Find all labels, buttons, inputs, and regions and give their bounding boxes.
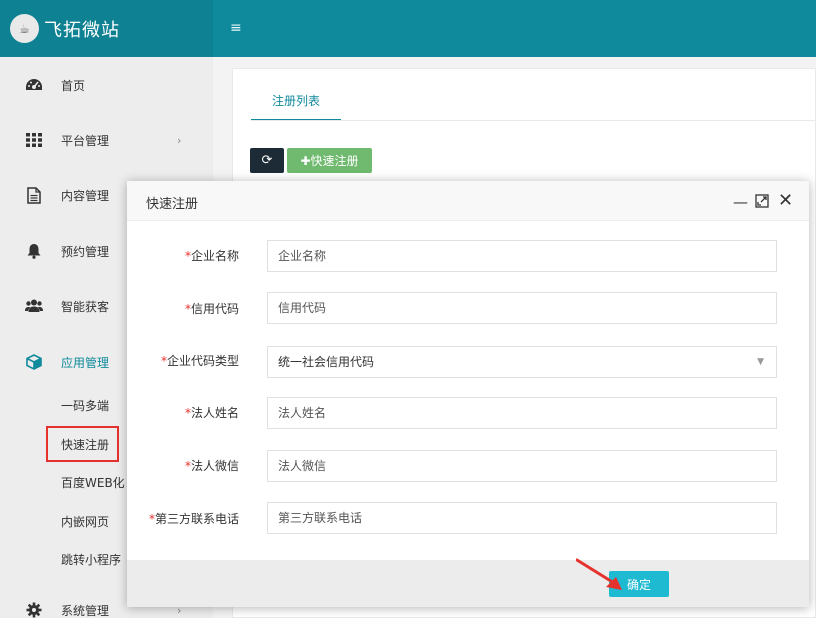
brand[interactable]: ☕ 飞拓微站 [0, 0, 213, 57]
code-type-label: *企业代码类型 [160, 354, 239, 368]
pointer-arrow-icon [576, 558, 622, 590]
dialog-title: 快速注册 [146, 197, 199, 212]
company-name-input[interactable] [267, 240, 777, 272]
chevron-right-icon: › [177, 133, 182, 147]
gear-icon [24, 600, 44, 618]
sidebar-item-platform[interactable]: 平台管理 › [0, 120, 213, 160]
top-header: ☕ 飞拓微站 ≡ [0, 0, 816, 57]
legal-name-label: *法人姓名 [184, 406, 239, 420]
sidebar-item-label: 智能获客 [61, 299, 110, 314]
legal-wechat-input[interactable] [267, 450, 777, 482]
legal-wechat-label: *法人微信 [184, 459, 239, 473]
menu-toggle-icon[interactable]: ≡ [230, 19, 242, 37]
legal-name-input[interactable] [267, 397, 777, 429]
dialog-header: 快速注册 — ✕ [127, 181, 809, 221]
dashboard-icon [24, 75, 44, 95]
credit-code-label: *信用代码 [184, 302, 239, 316]
company-name-label: *企业名称 [184, 249, 239, 263]
highlight-box [46, 426, 119, 462]
tab-register-list[interactable]: 注册列表 [251, 89, 341, 121]
sidebar-subitem-embedded-page[interactable]: 内嵌网页 [61, 513, 109, 530]
dialog-footer: 确定 [127, 560, 809, 607]
maximize-icon[interactable] [755, 194, 769, 208]
third-party-phone-input[interactable] [267, 502, 777, 534]
bell-icon [24, 241, 44, 261]
chevron-down-icon: ▼ [757, 357, 764, 367]
logo-icon: ☕ [10, 14, 39, 43]
cube-icon [24, 352, 44, 372]
sidebar-subitem-multi-terminal[interactable]: 一码多端 [61, 397, 109, 414]
sidebar-item-label: 预约管理 [61, 244, 110, 259]
sidebar-item-label: 平台管理 [61, 133, 110, 148]
grid-icon [24, 130, 44, 150]
users-icon [24, 296, 44, 316]
sidebar-item-label: 首页 [61, 78, 86, 93]
sidebar-item-label: 系统管理 [61, 603, 110, 618]
sidebar-item-label: 应用管理 [61, 355, 110, 370]
close-icon[interactable]: ✕ [778, 190, 793, 211]
third-party-phone-label: *第三方联系电话 [148, 512, 239, 526]
document-icon [24, 185, 44, 205]
quick-register-dialog: 快速注册 — ✕ *企业名称 *信用代码 *企业代码类型 统一社会信用代码 ▼ … [127, 181, 809, 607]
sidebar-item-label: 内容管理 [61, 188, 110, 203]
app-title: 飞拓微站 [44, 19, 120, 41]
refresh-icon: ⟳ [261, 153, 273, 168]
sidebar-subitem-baidu-web[interactable]: 百度WEB化 [61, 474, 125, 491]
minimize-icon[interactable]: — [733, 193, 748, 211]
code-type-value: 统一社会信用代码 [278, 355, 375, 369]
credit-code-input[interactable] [267, 292, 777, 324]
quick-register-button[interactable]: ✚快速注册 [287, 148, 372, 173]
refresh-button[interactable]: ⟳ [250, 148, 284, 173]
sidebar-subitem-mini-program[interactable]: 跳转小程序 [61, 551, 121, 568]
sidebar-item-home[interactable]: 首页 [0, 65, 213, 105]
code-type-select[interactable]: 统一社会信用代码 ▼ [267, 346, 777, 378]
tab-divider [251, 120, 816, 121]
